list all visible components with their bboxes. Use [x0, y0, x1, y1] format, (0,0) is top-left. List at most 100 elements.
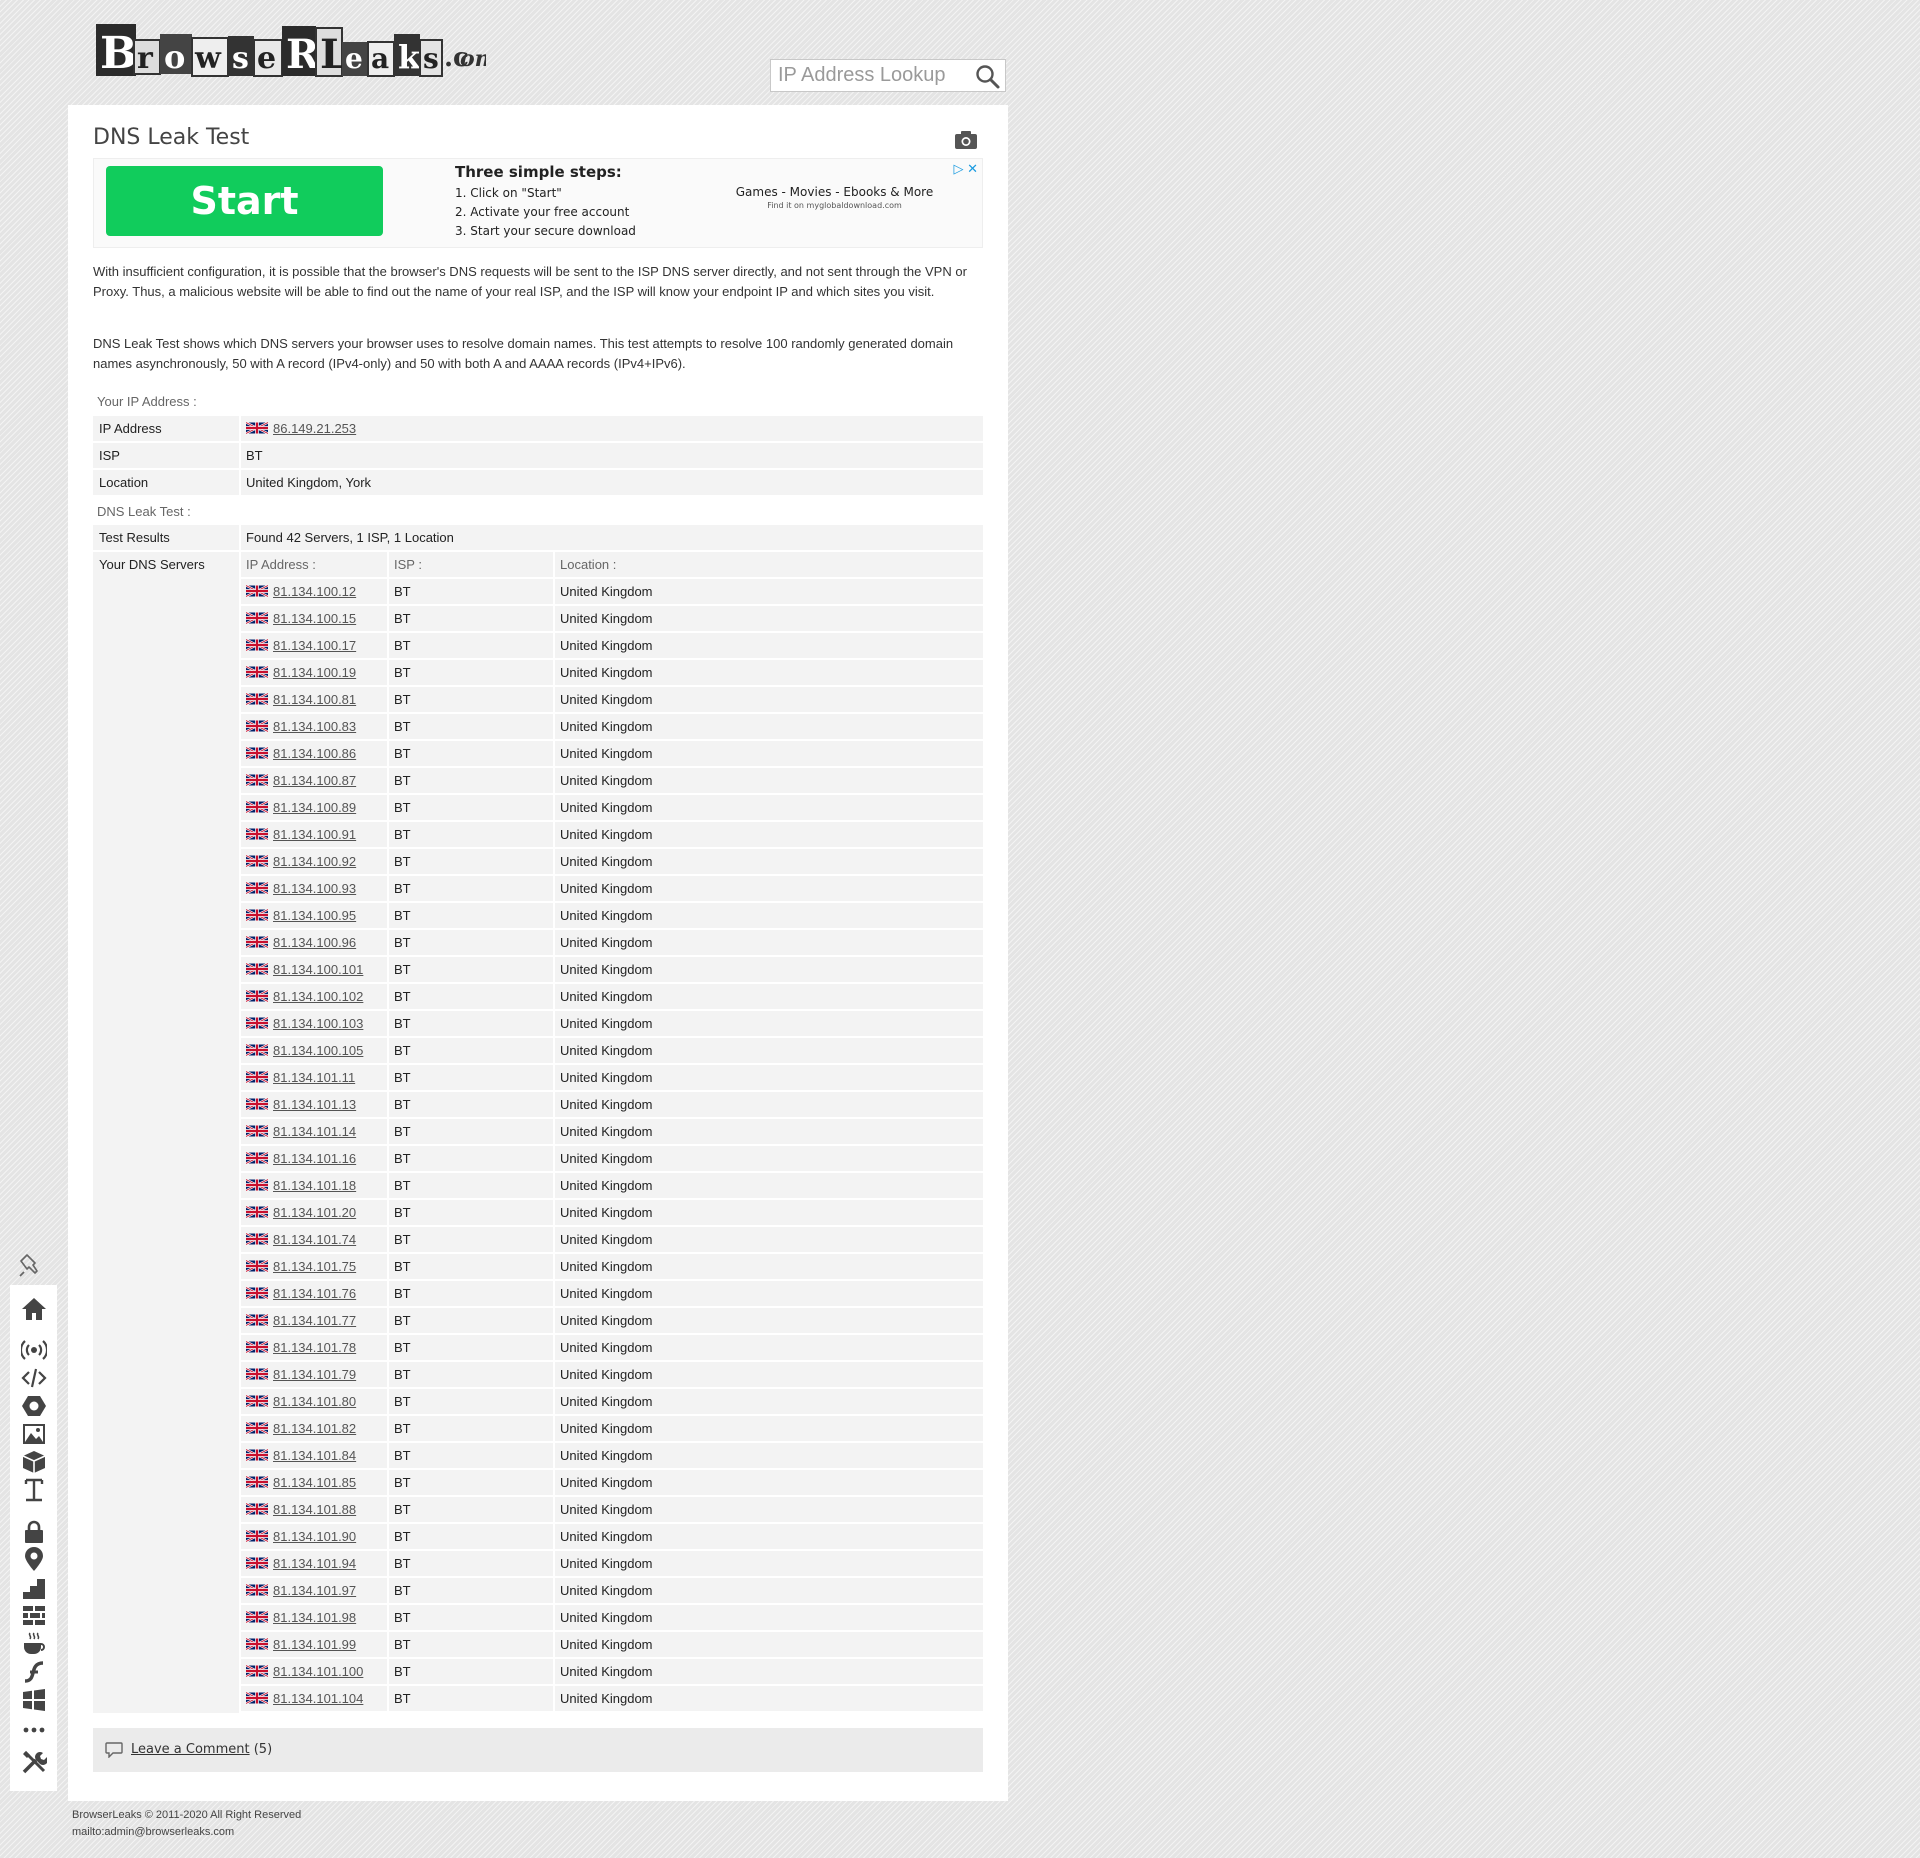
sidebar-item-ssl[interactable]: [20, 1519, 48, 1545]
dns-server-ip-link[interactable]: 81.134.100.83: [273, 719, 356, 734]
dns-server-location: United Kingdom: [560, 1259, 653, 1274]
dns-server-ip-link[interactable]: 81.134.100.15: [273, 611, 356, 626]
sidebar-item-webrtc[interactable]: [20, 1337, 48, 1363]
table-row: 81.134.101.94 BT United Kingdom: [241, 1551, 983, 1578]
ip-lookup-input[interactable]: [771, 60, 974, 91]
dns-server-ip-link[interactable]: 81.134.101.97: [273, 1583, 356, 1598]
uk-flag-icon: [246, 1178, 268, 1192]
dns-server-ip-link[interactable]: 81.134.100.89: [273, 800, 356, 815]
dns-server-ip-link[interactable]: 81.134.101.16: [273, 1151, 356, 1166]
dns-server-ip-link[interactable]: 81.134.100.101: [273, 962, 363, 977]
dns-server-ip-link[interactable]: 81.134.100.95: [273, 908, 356, 923]
table-row: 81.134.100.103 BT United Kingdom: [241, 1011, 983, 1038]
leave-comment-link[interactable]: Leave a Comment: [131, 1742, 250, 1757]
footer-email[interactable]: mailto:admin@browserleaks.com: [72, 1824, 301, 1841]
sidebar-item-more[interactable]: [20, 1717, 48, 1743]
advertisement-banner[interactable]: Start Three simple steps: 1. Click on "S…: [93, 158, 983, 248]
test-results-row: Test Results Found 42 Servers, 1 ISP, 1 …: [93, 525, 983, 550]
dns-server-isp: BT: [394, 854, 411, 869]
ad-step-1: 1. Click on "Start": [455, 186, 562, 200]
svg-text:e: e: [345, 42, 363, 75]
dns-server-ip-link[interactable]: 81.134.100.92: [273, 854, 356, 869]
dns-server-ip-link[interactable]: 81.134.101.104: [273, 1691, 363, 1706]
dns-server-ip-link[interactable]: 81.134.101.82: [273, 1421, 356, 1436]
dns-server-ip-link[interactable]: 81.134.101.13: [273, 1097, 356, 1112]
ip-address-label: IP Address: [99, 421, 162, 436]
ad-choices-close-icon[interactable]: ▷ ✕: [953, 161, 978, 177]
dns-server-ip-link[interactable]: 81.134.100.86: [273, 746, 356, 761]
sidebar-item-tools[interactable]: [20, 1749, 48, 1775]
dns-server-ip-link[interactable]: 81.134.101.76: [273, 1286, 356, 1301]
uk-flag-icon: [246, 1340, 268, 1354]
dns-server-ip-link[interactable]: 81.134.101.11: [273, 1070, 355, 1085]
dns-server-ip-link[interactable]: 81.134.100.81: [273, 692, 356, 707]
camera-icon[interactable]: [954, 130, 978, 150]
ad-start-button[interactable]: Start: [106, 166, 383, 236]
dns-server-ip-link[interactable]: 81.134.100.93: [273, 881, 356, 896]
dns-server-ip-link[interactable]: 81.134.101.75: [273, 1259, 356, 1274]
sidebar-item-flash-storage[interactable]: [20, 1603, 48, 1629]
uk-flag-icon: [246, 1205, 268, 1219]
dns-server-ip-link[interactable]: 81.134.101.77: [273, 1313, 356, 1328]
dns-server-ip-link[interactable]: 81.134.101.80: [273, 1394, 356, 1409]
dns-server-location: United Kingdom: [560, 935, 653, 950]
dns-server-ip-link[interactable]: 81.134.100.17: [273, 638, 356, 653]
dns-server-ip-link[interactable]: 81.134.101.84: [273, 1448, 356, 1463]
svg-text:a: a: [371, 42, 389, 75]
dns-server-ip-link[interactable]: 81.134.101.18: [273, 1178, 356, 1193]
sidebar-item-silverlight[interactable]: [20, 1687, 48, 1713]
dns-server-ip-link[interactable]: 81.134.100.91: [273, 827, 356, 842]
ip-address-link[interactable]: 86.149.21.253: [273, 421, 356, 436]
sidebar-item-canvas[interactable]: [20, 1421, 48, 1447]
pin-icon[interactable]: [18, 1252, 44, 1278]
dns-server-ip-link[interactable]: 81.134.100.103: [273, 1016, 363, 1031]
dns-server-ip-link[interactable]: 81.134.101.99: [273, 1637, 356, 1652]
sidebar-item-webgl[interactable]: [20, 1449, 48, 1475]
browserleaks-logo[interactable]: B r o w s e R L e a k s .c om: [94, 18, 486, 90]
dns-server-ip-link[interactable]: 81.134.100.105: [273, 1043, 363, 1058]
dns-server-isp: BT: [394, 908, 411, 923]
your-ip-section-label: Your IP Address :: [97, 394, 197, 409]
sidebar-item-fonts[interactable]: [20, 1477, 48, 1503]
search-icon[interactable]: [975, 64, 1001, 90]
dns-server-ip-link[interactable]: 81.134.101.90: [273, 1529, 356, 1544]
dns-server-ip-link[interactable]: 81.134.100.96: [273, 935, 356, 950]
ad-steps: Three simple steps: 1. Click on "Start" …: [455, 163, 636, 241]
dns-server-ip-link[interactable]: 81.134.101.79: [273, 1367, 356, 1382]
dns-server-ip-link[interactable]: 81.134.101.98: [273, 1610, 356, 1625]
dns-server-ip-link[interactable]: 81.134.101.94: [273, 1556, 356, 1571]
more-icon: [23, 1727, 45, 1733]
dns-server-ip-link[interactable]: 81.134.100.12: [273, 584, 356, 599]
dns-server-ip-link[interactable]: 81.134.101.20: [273, 1205, 356, 1220]
table-row: 81.134.101.82 BT United Kingdom: [241, 1416, 983, 1443]
sidebar-item-java[interactable]: [20, 1631, 48, 1657]
sidebar-item-javascript[interactable]: [20, 1365, 48, 1391]
sidebar-item-chrome[interactable]: [20, 1393, 48, 1419]
uk-flag-icon: [246, 1286, 268, 1300]
dns-server-location: United Kingdom: [560, 1313, 653, 1328]
table-row: 81.134.100.83 BT United Kingdom: [241, 714, 983, 741]
dns-server-ip-link[interactable]: 81.134.101.88: [273, 1502, 356, 1517]
table-row: 81.134.100.105 BT United Kingdom: [241, 1038, 983, 1065]
dns-server-isp: BT: [394, 1367, 411, 1382]
dns-server-ip-link[interactable]: 81.134.101.74: [273, 1232, 356, 1247]
location-value: United Kingdom, York: [246, 475, 372, 490]
sidebar-item-flash[interactable]: [20, 1659, 48, 1685]
main-panel: DNS Leak Test Start Three simple steps: …: [68, 105, 1008, 1801]
uk-flag-icon: [246, 1421, 268, 1435]
sidebar-item-geolocation[interactable]: [20, 1547, 48, 1573]
sidebar-item-features[interactable]: [20, 1575, 48, 1601]
dns-server-ip-link[interactable]: 81.134.100.87: [273, 773, 356, 788]
footer: BrowserLeaks © 2011-2020 All Right Reser…: [72, 1807, 301, 1841]
uk-flag-icon: [246, 881, 268, 895]
dns-server-ip-link[interactable]: 81.134.101.85: [273, 1475, 356, 1490]
dns-server-ip-link[interactable]: 81.134.100.19: [273, 665, 356, 680]
dns-server-ip-link[interactable]: 81.134.100.102: [273, 989, 363, 1004]
uk-flag-icon: [246, 1610, 268, 1624]
dns-server-ip-link[interactable]: 81.134.101.100: [273, 1664, 363, 1679]
sidebar-item-home[interactable]: [20, 1296, 48, 1322]
uk-flag-icon: [246, 1151, 268, 1165]
dns-server-ip-link[interactable]: 81.134.101.78: [273, 1340, 356, 1355]
dns-section-label: DNS Leak Test :: [97, 504, 191, 519]
dns-server-ip-link[interactable]: 81.134.101.14: [273, 1124, 356, 1139]
